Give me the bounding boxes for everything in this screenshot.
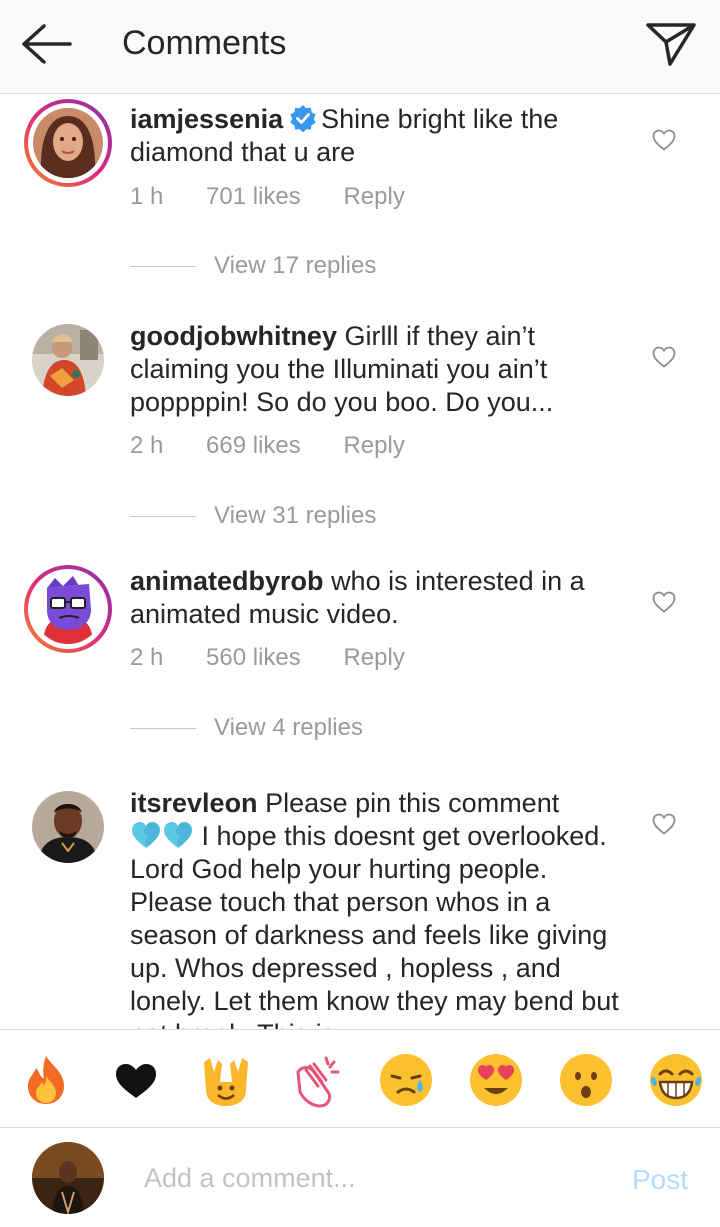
crying-face-emoji-icon[interactable] [378,1052,434,1108]
reply-button[interactable]: Reply [343,432,404,459]
surprised-face-emoji-icon[interactable] [558,1052,614,1108]
avatar[interactable] [32,791,104,863]
view-replies-button[interactable]: View 4 replies [130,714,363,742]
comment-meta: 1 h 701 likes Reply [130,183,441,211]
comments-list[interactable]: iamjessenia Shine bright like the diamon… [0,95,720,1029]
divider-line [130,266,196,268]
comment-body-end: I hope this doesnt get overlooked. Lord … [130,821,619,1029]
heart-outline-icon[interactable] [652,813,676,835]
comment-text: itsrevleon Please pin this comment I hop… [130,787,630,1029]
comment-time: 2 h [130,432,164,459]
comment-text: animatedbyrob who is interested in a ani… [130,565,630,631]
view-replies-label: View 31 replies [214,502,377,529]
view-replies-label: View 17 replies [214,252,377,279]
reply-button[interactable]: Reply [343,644,404,671]
heart-outline-icon[interactable] [652,346,676,368]
avatar[interactable] [24,565,112,653]
comment-body-start: Please pin this comment [265,788,560,818]
fire-emoji-icon[interactable] [18,1052,74,1108]
page-title: Comments [122,24,287,62]
comment-username[interactable]: animatedbyrob [130,566,324,596]
view-replies-button[interactable]: View 31 replies [130,502,376,530]
comment-username[interactable]: goodjobwhitney [130,321,337,351]
reply-button[interactable]: Reply [343,183,404,210]
post-button[interactable]: Post [632,1164,688,1196]
comment-username[interactable]: itsrevleon [130,788,258,818]
paper-plane-icon [646,23,696,66]
view-replies-button[interactable]: View 17 replies [130,252,376,280]
heart-outline-icon[interactable] [652,591,676,613]
comment-likes[interactable]: 701 likes [206,183,301,210]
top-bar: Comments [0,0,720,94]
comment-time: 2 h [130,644,164,671]
comment-meta: 2 h 669 likes Reply [130,432,441,460]
verified-badge-icon [290,105,316,132]
direct-share-button[interactable] [644,18,698,70]
emoji-quick-bar [0,1029,720,1127]
comment-input[interactable] [144,1158,604,1198]
view-replies-label: View 4 replies [214,714,363,741]
comment-text: iamjessenia Shine bright like the diamon… [130,103,630,169]
laughing-tears-emoji-icon[interactable] [648,1052,704,1108]
divider-line [130,728,196,730]
black-heart-emoji-icon[interactable] [108,1052,164,1108]
comment-time: 1 h [130,183,164,210]
comment-likes[interactable]: 560 likes [206,644,301,671]
comment-username[interactable]: iamjessenia [130,104,283,134]
comment-composer: Post [0,1127,720,1227]
back-button[interactable] [18,22,78,66]
raised-hands-emoji-icon[interactable] [198,1052,254,1108]
comment-likes[interactable]: 669 likes [206,432,301,459]
back-arrow-icon [22,24,72,64]
heart-outline-icon[interactable] [652,129,676,151]
divider-line [130,516,196,518]
avatar[interactable] [24,99,112,187]
avatar[interactable] [32,324,104,396]
heart-eyes-emoji-icon[interactable] [468,1052,524,1108]
comment-meta: 2 h 560 likes Reply [130,644,441,672]
broken-heart-emoji-icon [132,822,192,848]
clapping-hands-emoji-icon[interactable] [288,1052,344,1108]
current-user-avatar [32,1142,104,1214]
comment-text: goodjobwhitney Girlll if they ain’t clai… [130,320,630,419]
